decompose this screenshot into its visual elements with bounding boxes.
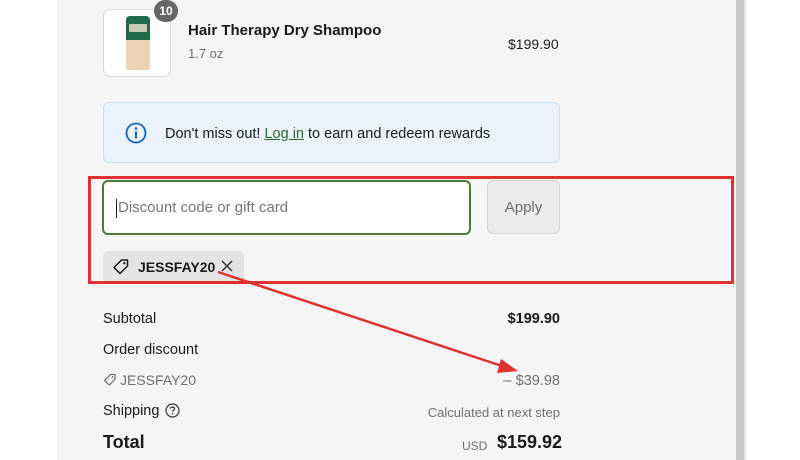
product-variant: 1.7 oz (188, 46, 224, 61)
login-link[interactable]: Log in (264, 126, 304, 142)
info-icon (125, 122, 147, 144)
text-cursor (116, 199, 117, 218)
close-icon[interactable] (220, 259, 234, 273)
product-image (126, 16, 150, 70)
shipping-row-label: Shipping (103, 403, 181, 419)
tag-icon (103, 373, 116, 386)
discount-code-text: JESSFAY20 (120, 372, 197, 388)
scrollbar[interactable] (736, 0, 744, 460)
product-title: Hair Therapy Dry Shampoo (188, 22, 382, 39)
tag-icon (113, 259, 129, 275)
total-label: Total (103, 432, 145, 452)
shipping-value: Calculated at next step (427, 405, 560, 420)
quantity-badge: 10 (154, 0, 178, 22)
rewards-banner: Don't miss out! Log in to earn and redee… (103, 102, 560, 163)
applied-discount-chip: JESSFAY20 (103, 251, 244, 282)
order-discount-label: Order discount (103, 342, 199, 358)
shipping-label: Shipping (103, 403, 160, 419)
help-icon[interactable] (165, 403, 181, 418)
discount-code-input[interactable] (102, 180, 471, 235)
rewards-message: Don't miss out! Log in to earn and redee… (165, 126, 490, 142)
applied-code-label: JESSFAY20 (138, 259, 216, 275)
scrollbar-track (744, 0, 746, 460)
discount-value: – $39.98 (503, 373, 560, 389)
total-value: $159.92 (497, 432, 563, 452)
rewards-text-after: to earn and redeem rewards (303, 126, 491, 142)
apply-button[interactable]: Apply (487, 180, 560, 234)
subtotal-label: Subtotal (103, 311, 157, 327)
discount-code-line: JESSFAY20 (103, 372, 196, 388)
total-currency: USD (462, 439, 488, 453)
product-price: $199.90 (508, 36, 559, 52)
subtotal-value: $199.90 (507, 311, 560, 327)
rewards-text-before: Don't miss out! (165, 126, 265, 142)
